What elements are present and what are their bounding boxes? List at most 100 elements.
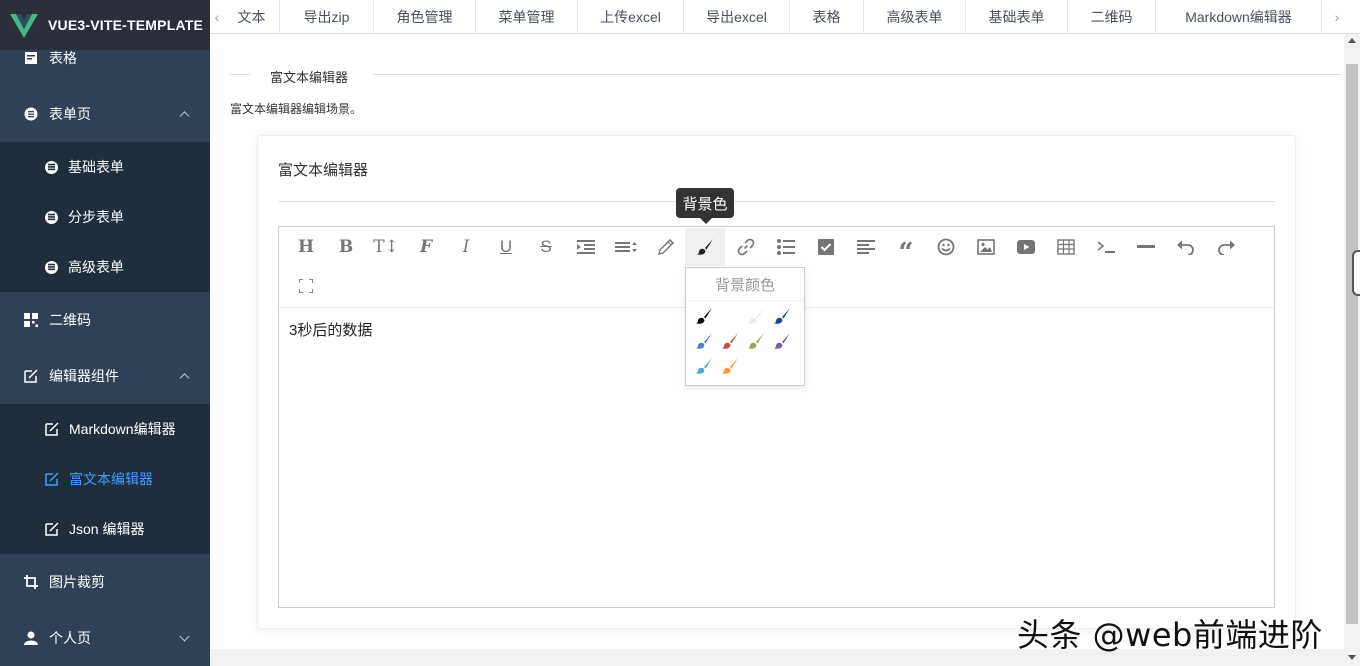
line-height-icon[interactable] bbox=[607, 228, 645, 266]
scroll-down-icon[interactable] bbox=[1348, 655, 1356, 660]
font-color-icon[interactable] bbox=[647, 228, 685, 266]
fullscreen-icon[interactable] bbox=[287, 267, 325, 305]
list-icon bbox=[45, 260, 58, 274]
chevron-up-icon bbox=[179, 111, 190, 122]
sidebar-item-label: 富文本编辑器 bbox=[69, 471, 153, 487]
color-swatch[interactable] bbox=[695, 332, 715, 352]
scroll-thumb[interactable] bbox=[1346, 64, 1358, 624]
sidebar-item-label: 高级表单 bbox=[68, 259, 124, 275]
sidebar-item-label: 表格 bbox=[49, 50, 77, 66]
color-swatch[interactable] bbox=[721, 357, 741, 377]
sidebar-item-label: 二维码 bbox=[49, 312, 91, 328]
editor-content-area[interactable]: 3秒后的数据 bbox=[289, 319, 372, 340]
split-line-icon[interactable] bbox=[1127, 228, 1165, 266]
tab-menu-management[interactable]: 菜单管理 bbox=[476, 0, 578, 34]
background-color-icon[interactable] bbox=[685, 228, 725, 266]
font-family-icon[interactable]: F bbox=[407, 228, 445, 266]
sidebar-item-label: 分步表单 bbox=[68, 209, 124, 225]
chevron-up-icon bbox=[179, 373, 190, 384]
chevron-down-icon bbox=[179, 631, 190, 642]
tab-export-zip[interactable]: 导出zip bbox=[280, 0, 374, 34]
sidebar-item-basic-form[interactable]: 基础表单 bbox=[0, 142, 210, 192]
indent-icon[interactable] bbox=[567, 228, 605, 266]
tabs-scroll-left-icon[interactable]: ‹ bbox=[210, 0, 224, 34]
redo-icon[interactable] bbox=[1207, 228, 1245, 266]
edit-icon bbox=[45, 472, 59, 486]
bold-icon[interactable]: B bbox=[327, 228, 365, 266]
video-icon[interactable] bbox=[1007, 228, 1045, 266]
card-divider bbox=[278, 201, 1275, 202]
dropdown-title: 背景颜色 bbox=[686, 268, 804, 301]
card-title: 富文本编辑器 bbox=[278, 162, 369, 179]
italic-icon[interactable]: I bbox=[447, 228, 485, 266]
crop-icon bbox=[24, 575, 38, 589]
color-swatch[interactable] bbox=[773, 307, 793, 327]
tabs-scroll-right-icon[interactable]: › bbox=[1330, 0, 1344, 34]
background-color-tooltip: 背景色 bbox=[676, 188, 734, 224]
sidebar-item-label: 基础表单 bbox=[68, 159, 124, 175]
list-icon bbox=[45, 160, 58, 174]
sidebar-item-json-editor[interactable]: Json 编辑器 bbox=[0, 504, 210, 554]
user-icon bbox=[24, 631, 38, 645]
sidebar: VUE3-VITE-TEMPLATE 表格 表单页 基础表单 分步表单 高级表单… bbox=[0, 0, 210, 666]
sidebar-item-table[interactable]: 表格 bbox=[0, 30, 210, 86]
quote-icon[interactable]: “ bbox=[887, 228, 925, 266]
todo-icon[interactable] bbox=[807, 228, 845, 266]
side-drawer-handle[interactable] bbox=[1352, 250, 1360, 296]
divider-line-left bbox=[230, 74, 250, 75]
vertical-scrollbar[interactable] bbox=[1344, 34, 1360, 666]
color-swatch[interactable] bbox=[773, 332, 793, 352]
code-icon[interactable] bbox=[1087, 228, 1125, 266]
undo-icon[interactable] bbox=[1167, 228, 1205, 266]
tab-advanced-form[interactable]: 高级表单 bbox=[864, 0, 966, 34]
color-swatch[interactable] bbox=[695, 357, 715, 377]
sidebar-item-markdown[interactable]: Markdown编辑器 bbox=[0, 404, 210, 454]
table-icon bbox=[24, 51, 38, 65]
color-swatch[interactable] bbox=[695, 307, 715, 327]
sidebar-item-qrcode[interactable]: 二维码 bbox=[0, 292, 210, 348]
tab-markdown-editor[interactable]: Markdown编辑器 bbox=[1156, 0, 1322, 34]
tab-role-management[interactable]: 角色管理 bbox=[374, 0, 476, 34]
strikethrough-icon[interactable]: S bbox=[527, 228, 565, 266]
color-swatch[interactable] bbox=[747, 332, 767, 352]
underline-icon[interactable]: U bbox=[487, 228, 525, 266]
edit-icon bbox=[24, 369, 38, 383]
scroll-up-icon[interactable] bbox=[1348, 38, 1356, 43]
color-swatch[interactable] bbox=[721, 332, 741, 352]
image-icon[interactable] bbox=[967, 228, 1005, 266]
divider-title: 富文本编辑器 bbox=[270, 70, 349, 85]
font-size-icon[interactable]: T↕ bbox=[367, 228, 405, 266]
qrcode-icon bbox=[24, 313, 38, 327]
sidebar-item-form[interactable]: 表单页 bbox=[0, 86, 210, 142]
tab-qrcode[interactable]: 二维码 bbox=[1068, 0, 1156, 34]
table-icon[interactable] bbox=[1047, 228, 1085, 266]
sidebar-item-label: Markdown编辑器 bbox=[69, 421, 176, 437]
tab-export-excel[interactable]: 导出excel bbox=[684, 0, 790, 34]
tab-upload-excel[interactable]: 上传excel bbox=[578, 0, 684, 34]
heading-icon[interactable]: H bbox=[287, 228, 325, 266]
sidebar-item-label: 表单页 bbox=[49, 106, 91, 122]
emoticon-icon[interactable] bbox=[927, 228, 965, 266]
page-description: 富文本编辑器编辑场景。 bbox=[230, 102, 363, 116]
sidebar-item-advanced-form[interactable]: 高级表单 bbox=[0, 242, 210, 292]
tags-view: ‹ 文本 导出zip 角色管理 菜单管理 上传excel 导出excel 表格 … bbox=[210, 0, 1360, 34]
sidebar-item-rich-text[interactable]: 富文本编辑器 bbox=[0, 454, 210, 504]
justify-icon[interactable] bbox=[847, 228, 885, 266]
edit-icon bbox=[45, 422, 59, 436]
tab-text[interactable]: 文本 bbox=[224, 0, 280, 34]
sidebar-item-step-form[interactable]: 分步表单 bbox=[0, 192, 210, 242]
sidebar-item-crop[interactable]: 图片裁剪 bbox=[0, 554, 210, 610]
sidebar-item-editor[interactable]: 编辑器组件 bbox=[0, 348, 210, 404]
tab-basic-form[interactable]: 基础表单 bbox=[966, 0, 1068, 34]
sidebar-item-label: 编辑器组件 bbox=[49, 368, 119, 384]
sidebar-item-label: 图片裁剪 bbox=[49, 574, 105, 590]
list-icon bbox=[45, 210, 58, 224]
form-icon bbox=[24, 107, 38, 121]
background-color-dropdown: 背景颜色 bbox=[685, 267, 805, 386]
list-icon[interactable] bbox=[767, 228, 805, 266]
color-swatch[interactable] bbox=[747, 307, 767, 327]
sidebar-item-profile[interactable]: 个人页 bbox=[0, 610, 210, 666]
tab-table[interactable]: 表格 bbox=[790, 0, 864, 34]
sidebar-item-label: Json 编辑器 bbox=[69, 521, 145, 537]
link-icon[interactable] bbox=[727, 228, 765, 266]
